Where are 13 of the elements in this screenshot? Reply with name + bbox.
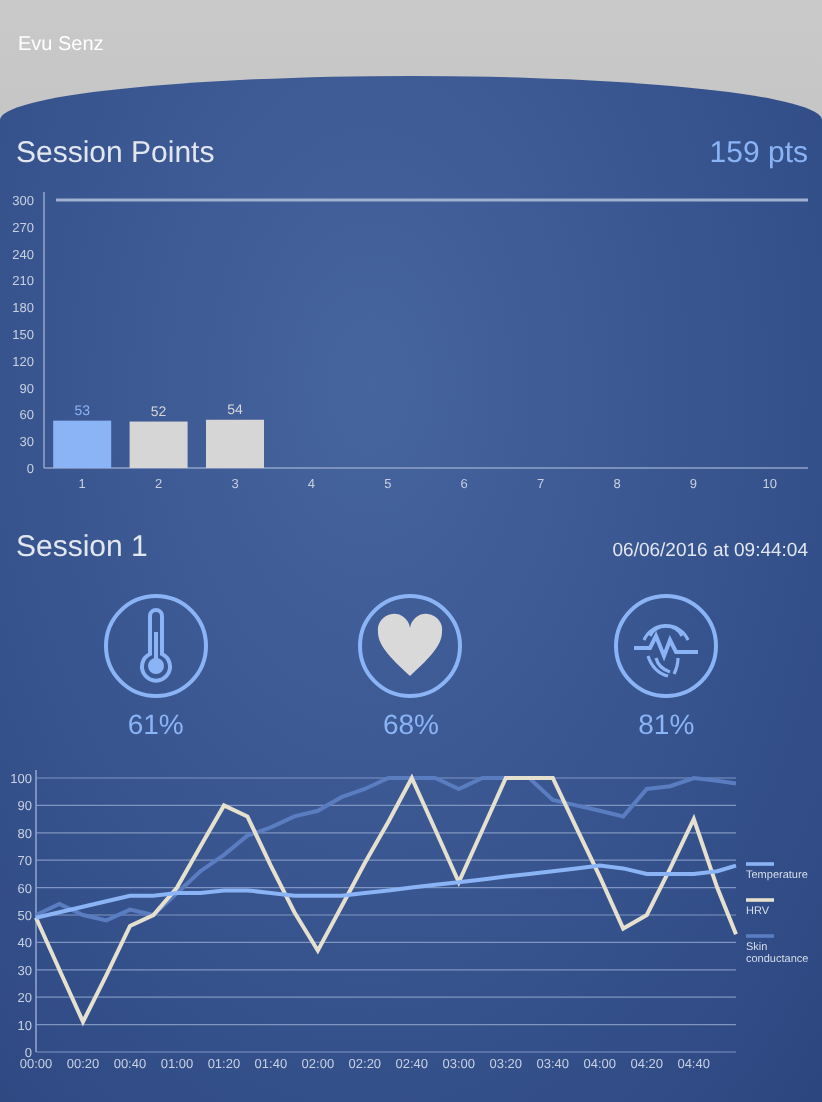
bar <box>53 420 112 468</box>
metric-value: 61% <box>127 708 184 740</box>
bar <box>206 419 264 468</box>
session-date: 06/06/2016 at 09:44:04 <box>612 540 808 562</box>
app-title: Evu Senz <box>18 34 104 56</box>
thermometer-icon <box>101 592 210 700</box>
fingerprint-icon <box>612 592 721 700</box>
bar <box>129 421 188 468</box>
points-total: 159 pts <box>709 136 808 170</box>
metric-value: 68% <box>382 708 439 740</box>
session-title: Session 1 <box>16 530 148 564</box>
section-title: Session Points <box>16 136 215 170</box>
metric-value: 81% <box>638 708 695 740</box>
